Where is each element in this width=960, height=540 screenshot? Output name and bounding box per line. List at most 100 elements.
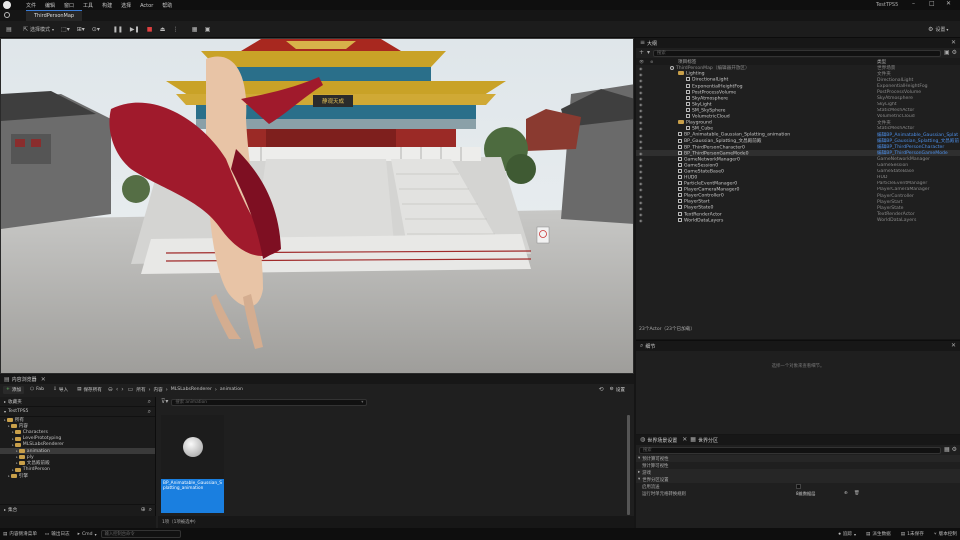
- derived-data-button[interactable]: ▤ 派生数据: [866, 531, 891, 538]
- content-browser-tab[interactable]: 内容浏览器: [12, 376, 37, 383]
- close-icon[interactable]: ✕: [951, 343, 956, 349]
- delete-icon[interactable]: 🗑: [854, 491, 860, 496]
- tab-world-settings[interactable]: 世界场景设置: [647, 437, 677, 444]
- asset-search-input[interactable]: 搜索 animation ▾: [171, 398, 368, 406]
- visibility-eye-icon[interactable]: ◉: [639, 114, 643, 119]
- visibility-eye-icon[interactable]: ◉: [639, 212, 643, 217]
- visibility-eye-icon[interactable]: ◉: [639, 187, 643, 192]
- visibility-eye-icon[interactable]: ◉: [639, 72, 643, 77]
- runtime-dropdown[interactable]: 8维数据层: [796, 491, 815, 497]
- content-shortcut-icon[interactable]: ⬚▾: [59, 24, 72, 34]
- world-settings-search[interactable]: 搜索: [639, 446, 941, 454]
- search-icon[interactable]: ⌕: [149, 506, 152, 513]
- cinematics-icon[interactable]: ⊙▾: [90, 24, 102, 34]
- visibility-eye-icon[interactable]: ◉: [639, 157, 643, 162]
- filter-menu-icon[interactable]: ▣: [944, 50, 950, 56]
- output-log-button[interactable]: ▭ 输出日志: [45, 531, 70, 538]
- close-icon[interactable]: ✕: [682, 437, 687, 443]
- unsaved-button[interactable]: ▤ 1未保存: [901, 531, 924, 538]
- section-game[interactable]: ▸ 游戏: [636, 469, 960, 476]
- column-type[interactable]: 类型: [877, 59, 886, 65]
- cmd-selector[interactable]: ▸ Cmd ▾: [78, 532, 97, 537]
- settings-icon[interactable]: ⚙: [952, 50, 957, 56]
- stop-icon[interactable]: ■: [145, 24, 155, 34]
- eject-icon[interactable]: ⏏: [158, 24, 168, 34]
- pause-icon[interactable]: ❚❚: [111, 24, 125, 34]
- details-tab[interactable]: 细节: [645, 343, 655, 350]
- visibility-eye-icon[interactable]: ◉: [639, 206, 643, 211]
- enable-streaming-checkbox[interactable]: [796, 484, 801, 489]
- import-button[interactable]: ⇩ 导入: [50, 386, 71, 394]
- visibility-eye-icon[interactable]: ◉: [639, 175, 643, 180]
- menu-item[interactable]: 工具: [83, 2, 93, 9]
- minimize-icon[interactable]: –: [912, 0, 915, 7]
- filter-icon[interactable]: ⊽▾: [161, 399, 168, 405]
- viewport-scene[interactable]: 静观天成: [1, 39, 634, 374]
- visibility-eye-icon[interactable]: ◉: [639, 84, 643, 89]
- visibility-eye-icon[interactable]: ◉: [639, 151, 643, 156]
- save-all-button[interactable]: ▤ 保存所有: [74, 386, 105, 394]
- content-drawer-button[interactable]: ▤ 内容侧滑菜单: [3, 531, 37, 538]
- maximize-icon[interactable]: □: [929, 0, 935, 7]
- visibility-eye-icon[interactable]: ◉: [639, 139, 643, 144]
- grid-view-icon[interactable]: ▦: [944, 447, 950, 453]
- breadcrumb-folder[interactable]: animation: [220, 387, 243, 392]
- visibility-eye-icon[interactable]: ◉: [639, 108, 643, 113]
- menu-item[interactable]: 编辑: [45, 2, 55, 9]
- outliner-row[interactable]: ◉ WorldDataLayers WorldDataLayers: [636, 217, 960, 223]
- outliner-tab[interactable]: 大纲: [647, 40, 657, 47]
- add-button[interactable]: + 添加: [3, 385, 25, 394]
- menu-item[interactable]: 文件: [26, 2, 36, 9]
- visibility-eye-icon[interactable]: ◉: [639, 163, 643, 168]
- search-icon[interactable]: ⌕: [148, 398, 151, 405]
- skip-icon[interactable]: ▶❚: [128, 24, 142, 34]
- close-icon[interactable]: ✕: [946, 0, 951, 7]
- visibility-eye-icon[interactable]: ◉: [639, 120, 643, 125]
- visibility-eye-icon[interactable]: ◉: [639, 133, 643, 138]
- tab-world-partition[interactable]: 世界分区: [698, 437, 718, 444]
- visibility-eye-icon[interactable]: ◉: [639, 169, 643, 174]
- asset-scrollbar[interactable]: [627, 415, 630, 515]
- close-icon[interactable]: ✕: [951, 40, 956, 46]
- close-icon[interactable]: ✕: [41, 376, 46, 383]
- play-options-icon[interactable]: ⋮: [171, 24, 181, 34]
- visibility-eye-icon[interactable]: ◉: [639, 194, 643, 199]
- unreal-logo-icon[interactable]: [3, 1, 11, 9]
- search-icon[interactable]: ⌕: [148, 408, 151, 415]
- settings-button[interactable]: ⚙ 设置 ▾: [926, 24, 950, 34]
- visibility-eye-icon[interactable]: ◉: [639, 90, 643, 95]
- platforms-icon[interactable]: ▦: [190, 24, 200, 34]
- visibility-eye-icon[interactable]: ◉: [639, 145, 643, 150]
- layout-icon[interactable]: ▣: [203, 24, 213, 34]
- menu-item[interactable]: Actor: [140, 3, 153, 9]
- section-precomputed[interactable]: ▾ 预计算可视性: [636, 455, 960, 462]
- select-mode-button[interactable]: ⇱ 选择模式 ▾: [21, 24, 56, 34]
- visibility-eye-icon[interactable]: ◉: [639, 102, 643, 107]
- back-icon[interactable]: ‹: [116, 386, 118, 393]
- filter-icon[interactable]: ▾: [647, 50, 650, 56]
- settings-button[interactable]: ⚙ 设置: [607, 386, 628, 394]
- asset-tile[interactable]: BP_Animatable_Gaussian_Splatting_animati…: [161, 415, 224, 513]
- sync-icon[interactable]: ⟲: [599, 386, 604, 393]
- trace-button[interactable]: ⏺ 追踪 ▾: [839, 531, 857, 538]
- visibility-eye-icon[interactable]: ◉: [639, 78, 643, 83]
- level-viewport[interactable]: 静观天成: [0, 38, 634, 374]
- console-input[interactable]: 输入控制台命令: [100, 530, 181, 538]
- add-element-icon[interactable]: ⊕: [844, 491, 848, 496]
- visibility-eye-icon[interactable]: ◉: [639, 126, 643, 131]
- menu-item[interactable]: 帮助: [162, 2, 172, 9]
- visibility-eye-icon[interactable]: ◉: [639, 96, 643, 101]
- folder-tree-item[interactable]: ▸ 引擎: [0, 473, 155, 479]
- breadcrumb-content[interactable]: 内容: [154, 387, 163, 393]
- add-collection-icon[interactable]: ⊕: [141, 506, 146, 513]
- menu-item[interactable]: 选择: [121, 2, 131, 9]
- visibility-eye-icon[interactable]: ◉: [639, 200, 643, 205]
- menu-item[interactable]: 窗口: [64, 2, 74, 9]
- blueprint-icon[interactable]: ⊞▾: [75, 24, 87, 34]
- outliner-search-input[interactable]: 搜索: [653, 49, 941, 57]
- breadcrumb-plugin[interactable]: MLSLabsRenderer: [171, 387, 212, 392]
- favorites-header[interactable]: 收藏夹: [8, 399, 22, 405]
- history-back-icon[interactable]: ⊖: [108, 386, 113, 393]
- visibility-eye-icon[interactable]: ◉: [639, 66, 643, 71]
- collections-header[interactable]: 集合: [8, 507, 17, 513]
